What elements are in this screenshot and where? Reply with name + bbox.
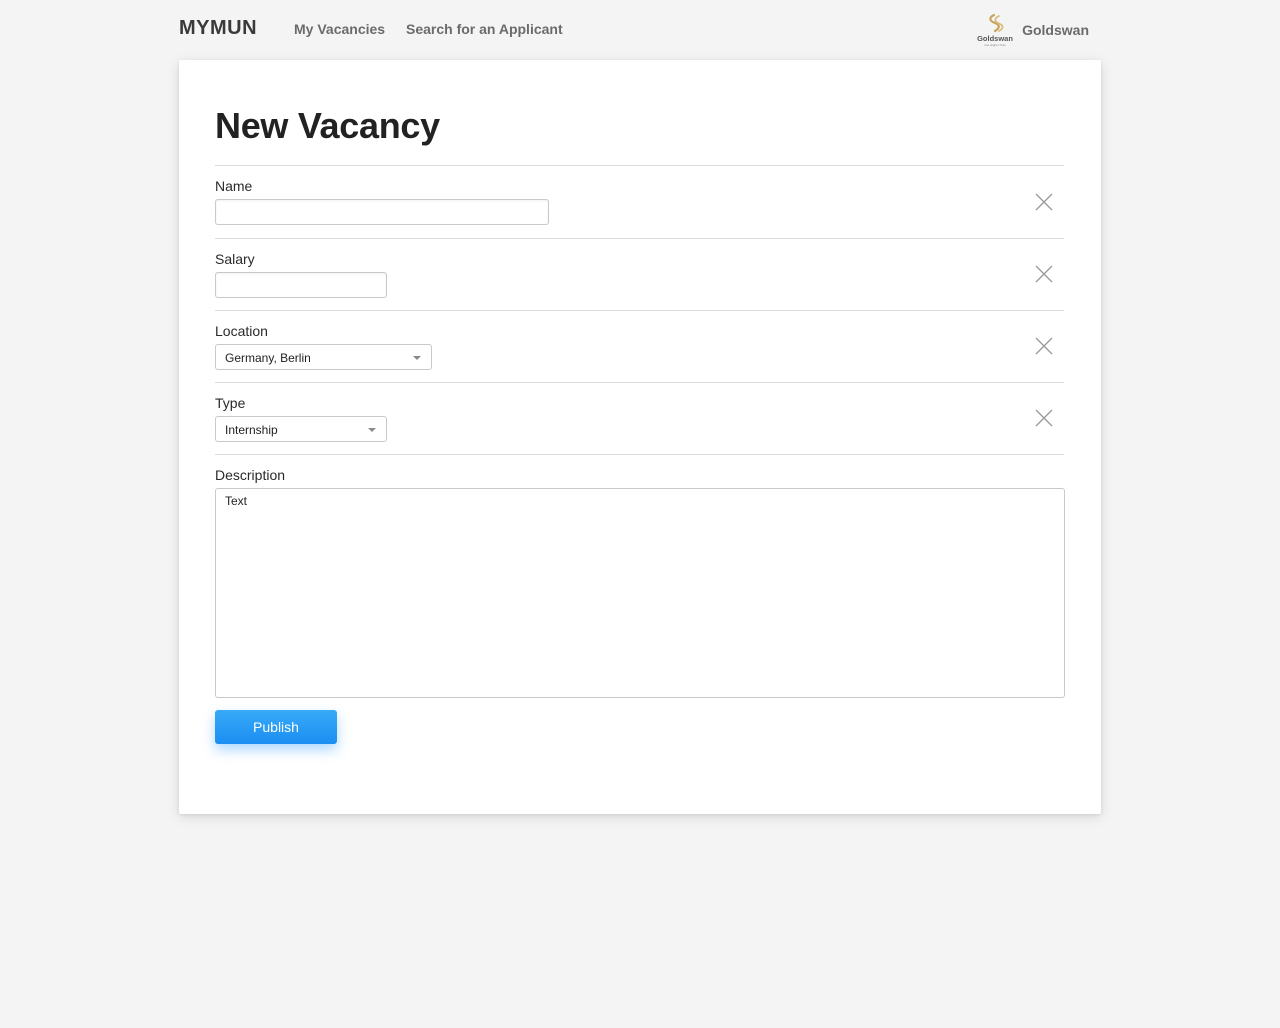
chevron-down-icon — [368, 428, 376, 432]
description-textarea[interactable]: Text — [215, 488, 1065, 698]
nav-link-my-vacancies[interactable]: My Vacancies — [294, 21, 385, 37]
top-navigation: MYMUN My Vacancies Search for an Applica… — [179, 0, 1101, 60]
company-logo-icon: Goldswan Get Higher Now — [977, 13, 1013, 47]
divider — [215, 382, 1064, 383]
nav-link-search-applicant[interactable]: Search for an Applicant — [406, 21, 563, 37]
location-label: Location — [215, 323, 268, 339]
salary-input[interactable] — [215, 272, 387, 298]
remove-location-field-close-icon[interactable] — [1033, 335, 1055, 357]
location-select-value: Germany, Berlin — [225, 351, 311, 365]
description-label: Description — [215, 467, 286, 483]
company-name: Goldswan — [1022, 22, 1089, 38]
company-logo-tagline: Get Higher Now — [984, 43, 1006, 47]
type-select[interactable]: Internship — [215, 416, 387, 442]
company-logo-text: Goldswan — [977, 34, 1013, 43]
chevron-down-icon — [413, 356, 421, 360]
name-label: Name — [215, 178, 253, 194]
type-label: Type — [215, 395, 246, 411]
remove-type-field-close-icon[interactable] — [1033, 407, 1055, 429]
remove-salary-field-close-icon[interactable] — [1033, 263, 1055, 285]
divider — [215, 310, 1064, 311]
name-input[interactable] — [215, 199, 549, 225]
publish-button[interactable]: Publish — [215, 710, 337, 744]
divider — [215, 165, 1064, 166]
brand-logo[interactable]: MYMUN — [179, 17, 257, 40]
vacancy-form-card: New Vacancy Name Salary Location Germany… — [179, 60, 1101, 814]
divider — [215, 238, 1064, 239]
salary-label: Salary — [215, 251, 255, 267]
type-select-value: Internship — [225, 423, 278, 437]
company-profile[interactable]: Goldswan Get Higher Now Goldswan — [974, 12, 1089, 48]
page-title: New Vacancy — [215, 105, 440, 146]
remove-name-field-close-icon[interactable] — [1033, 191, 1055, 213]
divider — [215, 454, 1064, 455]
location-select[interactable]: Germany, Berlin — [215, 344, 432, 370]
